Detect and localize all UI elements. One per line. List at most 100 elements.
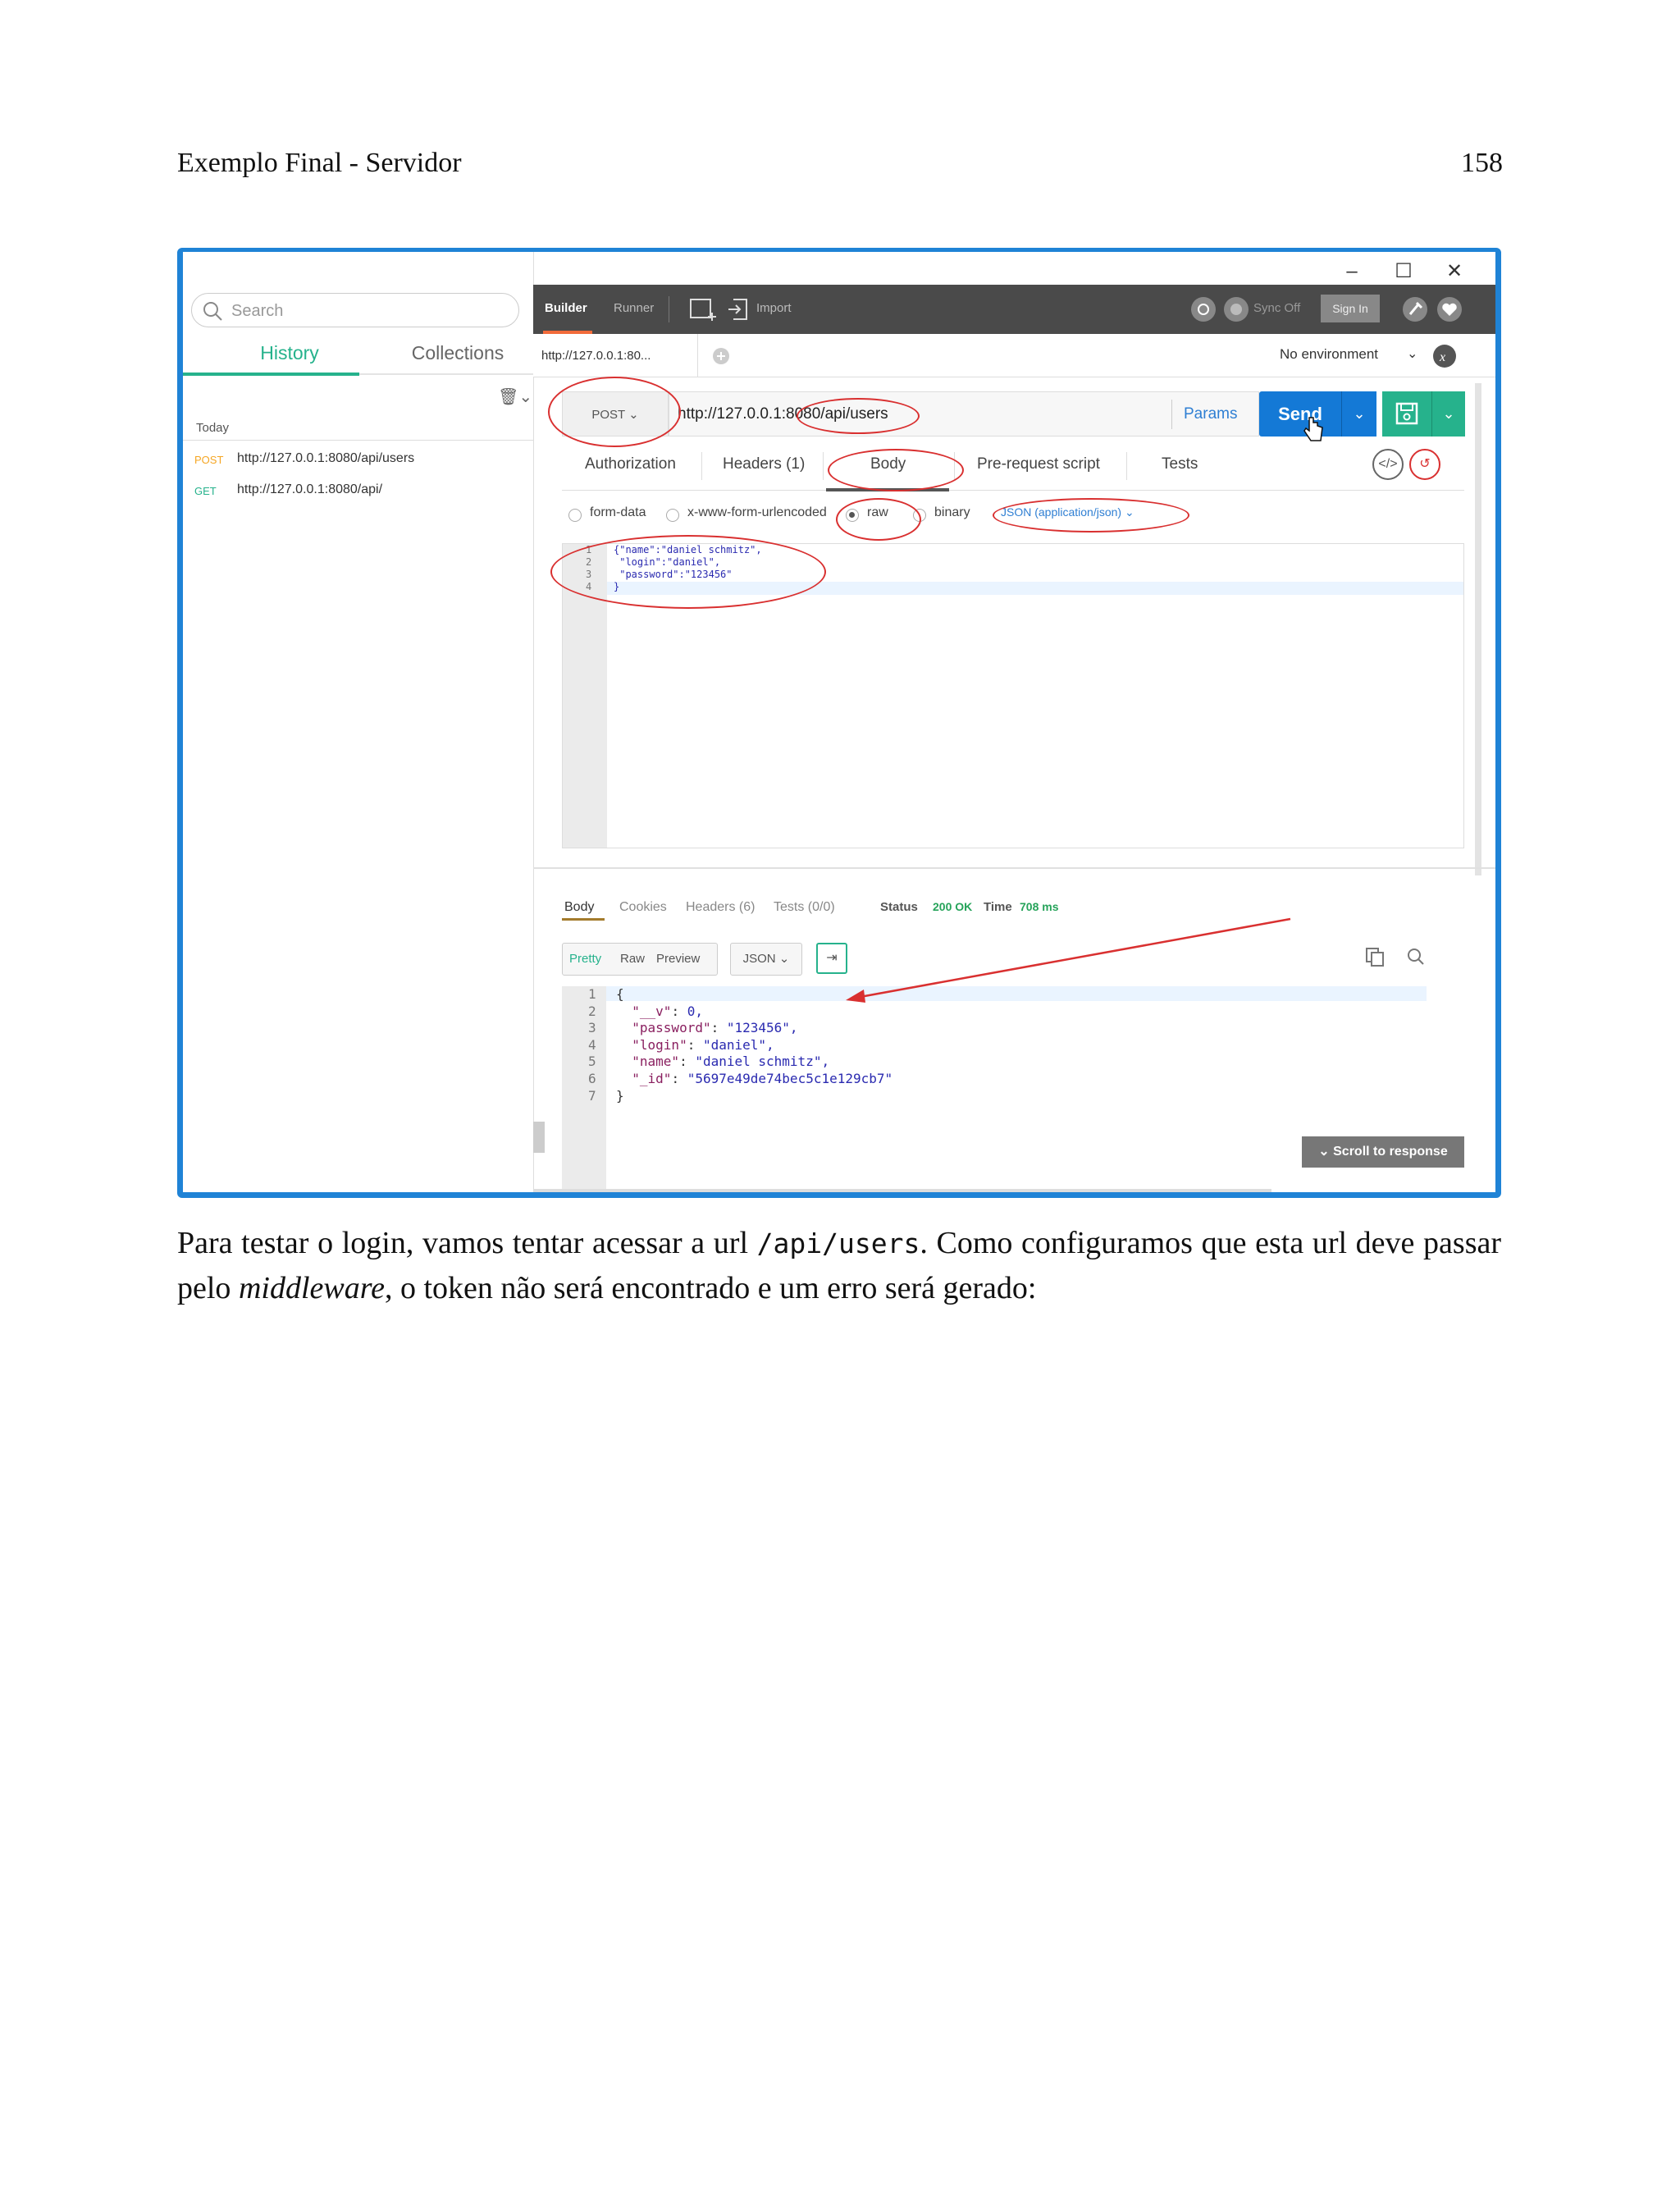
request-tab-bar: http://127.0.0.1:80... No environment ⌄ … xyxy=(533,334,1495,377)
history-method: POST xyxy=(194,454,224,466)
response-tab-tests[interactable]: Tests (0/0) xyxy=(774,900,835,915)
json-separator: : xyxy=(679,1054,696,1070)
send-options-button[interactable]: ⌄ xyxy=(1341,391,1376,437)
radio-label: x-www-form-urlencoded xyxy=(687,505,827,519)
environment-select[interactable]: No environment xyxy=(1280,346,1378,363)
sign-in-button[interactable]: Sign In xyxy=(1321,295,1380,322)
annotation-arrow xyxy=(846,917,1291,1003)
emphasis: middleware xyxy=(238,1271,385,1305)
history-method: GET xyxy=(194,485,217,497)
json-key: "login" xyxy=(632,1036,687,1053)
sync-icon[interactable] xyxy=(1222,295,1250,323)
search-icon[interactable] xyxy=(1405,946,1427,967)
trash-icon[interactable]: 🗑⌄ xyxy=(498,386,532,407)
request-tab[interactable]: http://127.0.0.1:80... xyxy=(533,334,698,377)
time-value: 708 ms xyxy=(1020,900,1059,913)
add-tab-icon[interactable] xyxy=(712,347,730,365)
import-icon[interactable] xyxy=(727,296,750,322)
params-button[interactable]: Params xyxy=(1184,405,1237,423)
send-button[interactable]: Send xyxy=(1259,391,1341,437)
json-separator: : xyxy=(671,1003,687,1019)
json-separator: : xyxy=(687,1036,703,1053)
save-button[interactable] xyxy=(1382,391,1431,437)
line-number: 5 xyxy=(588,1054,596,1070)
response-tab-body[interactable]: Body xyxy=(564,900,594,915)
url-input[interactable]: http://127.0.0.1:8080/api/users xyxy=(669,391,1259,437)
json-separator: : xyxy=(671,1071,687,1086)
json-key: "_id" xyxy=(632,1071,672,1086)
page-number: 158 xyxy=(1461,148,1503,178)
radio-urlencoded[interactable] xyxy=(666,509,679,522)
json-value: "daniel schmitz", xyxy=(695,1054,830,1070)
response-tab-headers[interactable]: Headers (6) xyxy=(686,900,755,915)
reset-icon[interactable]: ↺ xyxy=(1409,449,1440,480)
save-icon xyxy=(1395,402,1418,425)
copy-icon[interactable] xyxy=(1364,946,1386,967)
search-input[interactable]: Search xyxy=(191,293,519,327)
import-button[interactable]: Import xyxy=(756,301,792,315)
code-icon[interactable]: </> xyxy=(1372,449,1404,480)
top-toolbar: Builder Runner Import Sync Off Sign In xyxy=(533,285,1495,334)
sync-status: Sync Off xyxy=(1253,301,1301,315)
radio-form-data[interactable] xyxy=(568,509,582,522)
json-value: "123456", xyxy=(726,1020,798,1036)
divider xyxy=(1171,400,1172,429)
format-label: JSON xyxy=(742,952,776,966)
save-options-button[interactable]: ⌄ xyxy=(1431,391,1465,437)
code-line: { xyxy=(616,986,624,1002)
annotation-circle-body-tab xyxy=(828,449,964,491)
scroll-to-response-button[interactable]: ⌄ Scroll to response xyxy=(1302,1136,1464,1168)
cursor-hand-icon xyxy=(1303,417,1323,441)
tab-history[interactable]: History xyxy=(216,342,363,364)
view-preview[interactable]: Preview xyxy=(656,952,700,966)
radio-label: binary xyxy=(934,505,970,519)
history-item[interactable]: POST http://127.0.0.1:8080/api/users xyxy=(183,442,533,475)
view-pretty[interactable]: Pretty xyxy=(569,952,601,966)
postman-screenshot: – ☐ ✕ Search History Collections 🗑⌄ Toda… xyxy=(177,248,1501,1198)
annotation-circle-method xyxy=(548,377,681,447)
satellite-icon[interactable] xyxy=(1189,295,1217,323)
radio-label: form-data xyxy=(590,505,646,519)
tab-collections[interactable]: Collections xyxy=(384,342,532,364)
collapse-sidebar-handle[interactable] xyxy=(533,1122,545,1153)
divider xyxy=(183,440,533,441)
new-window-icon[interactable] xyxy=(689,296,719,322)
paragraph-text: Para testar o login, vamos tentar acessa… xyxy=(177,1226,757,1260)
tab-tests[interactable]: Tests xyxy=(1162,455,1198,473)
vertical-scrollbar[interactable] xyxy=(1475,383,1481,875)
code-line: "login": "daniel", xyxy=(616,1037,774,1053)
sidebar: Search History Collections 🗑⌄ Today POST… xyxy=(183,252,534,1192)
minimize-button[interactable]: – xyxy=(1335,255,1368,288)
divider xyxy=(701,452,702,480)
tab-headers[interactable]: Headers (1) xyxy=(723,455,805,473)
heart-icon[interactable] xyxy=(1436,295,1463,323)
tab-pre-request-script[interactable]: Pre-request script xyxy=(977,455,1100,473)
tab-authorization[interactable]: Authorization xyxy=(585,455,676,473)
line-number: 7 xyxy=(588,1087,596,1104)
json-value: "5697e49de74bec5c1e129cb7" xyxy=(687,1071,893,1086)
search-icon xyxy=(203,302,222,321)
history-item[interactable]: GET http://127.0.0.1:8080/api/ xyxy=(183,475,533,508)
line-gutter xyxy=(562,986,606,1192)
code-line: "password": "123456", xyxy=(616,1020,798,1036)
running-header-title: Exemplo Final - Servidor xyxy=(177,148,462,178)
view-raw[interactable]: Raw xyxy=(620,952,645,966)
maximize-button[interactable]: ☐ xyxy=(1387,255,1420,288)
environment-quicklook-icon[interactable]: x xyxy=(1432,344,1457,368)
close-button[interactable]: ✕ xyxy=(1438,255,1471,288)
response-tab-cookies[interactable]: Cookies xyxy=(619,900,667,915)
annotation-circle-url xyxy=(797,398,920,434)
scroll-to-response-label: Scroll to response xyxy=(1333,1145,1448,1159)
runner-tab[interactable]: Runner xyxy=(614,301,654,315)
format-select[interactable]: JSON ⌄ xyxy=(730,943,802,976)
body-paragraph: Para testar o login, vamos tentar acessa… xyxy=(177,1221,1501,1310)
pane-divider[interactable] xyxy=(533,867,1495,869)
search-placeholder: Search xyxy=(231,302,284,320)
builder-tab[interactable]: Builder xyxy=(545,301,587,315)
line-number: 6 xyxy=(588,1071,596,1086)
view-mode-group: Pretty Raw Preview xyxy=(562,943,718,976)
json-value: } xyxy=(616,1087,624,1104)
json-value: 0, xyxy=(687,1003,703,1019)
settings-icon[interactable] xyxy=(1401,295,1429,323)
horizontal-scrollbar[interactable] xyxy=(533,1189,1271,1192)
